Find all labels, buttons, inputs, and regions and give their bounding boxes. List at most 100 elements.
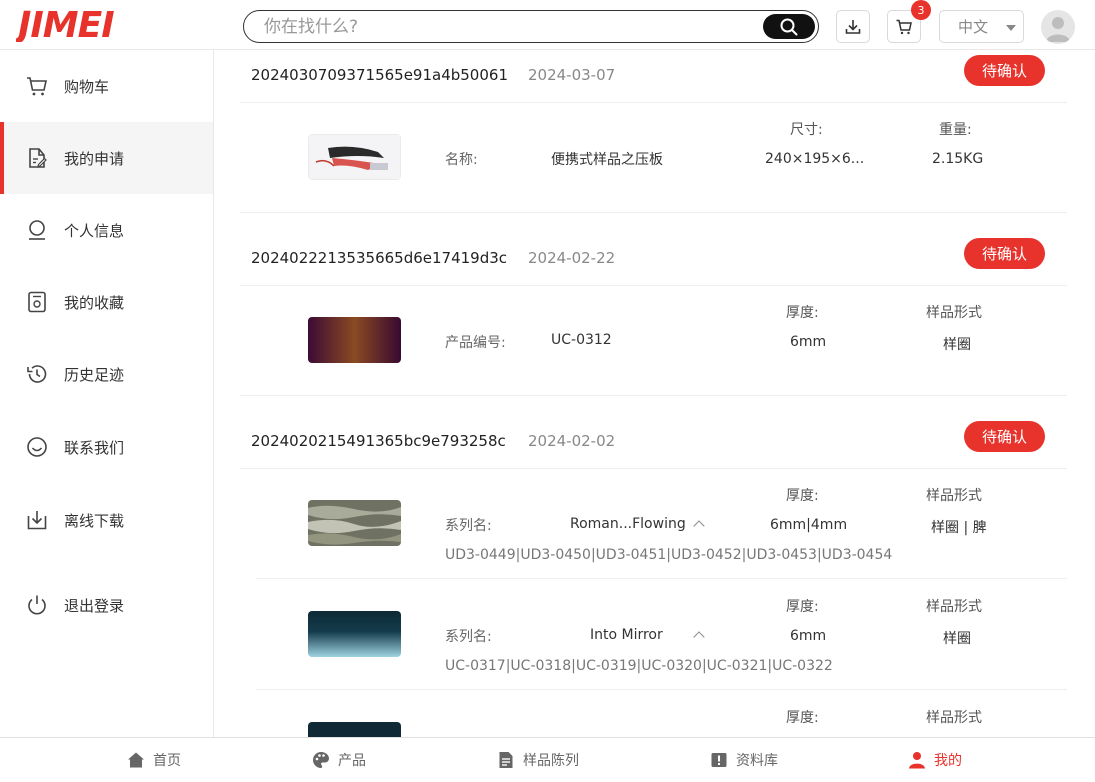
product-thumbnail[interactable] [308,722,401,737]
thickness-value: 6mm [790,334,827,350]
language-select[interactable]: 中文 [939,10,1024,43]
product-thumbnail[interactable] [308,134,401,180]
sidebar-item-label: 离线下载 [64,511,125,530]
product-thumbnail[interactable] [308,611,401,657]
thickness-value: 6mm|4mm [770,517,848,533]
status-button[interactable]: 待确认 [964,238,1045,269]
sidebar-item-cart[interactable]: 购物车 [0,50,213,122]
sidebar-item-label: 历史足迹 [64,365,125,384]
download-button[interactable] [836,10,870,43]
product-image [308,611,401,657]
document-icon [499,752,513,768]
cart-icon [896,19,912,34]
thickness-label: 厚度: [786,488,819,504]
divider [240,395,1067,396]
divider [240,212,1067,213]
order-header: 2024022213535665d6e17419d3c 2024-02-22 待… [240,233,1067,286]
thickness-label: 厚度: [786,599,819,615]
thickness-label: 厚度: [786,305,819,321]
series-label: 系列名: [445,518,492,534]
product-code-value: UC-0312 [551,332,612,348]
search-icon [780,18,798,35]
avatar[interactable] [1041,10,1075,44]
series-value: Roman...Flowing [570,516,686,532]
status-button[interactable]: 待确认 [964,421,1045,452]
weight-value: 2.15KG [932,151,984,167]
product-image [308,134,401,180]
nav-sample-display[interactable]: 样品陈列 [497,738,579,782]
search-button[interactable] [763,14,815,39]
user-avatar-icon [1046,17,1070,42]
chevron-up-icon[interactable] [693,631,705,643]
product-thumbnail[interactable] [308,500,401,546]
sidebar-item-label: 退出登录 [64,596,125,615]
home-icon [128,752,144,768]
nav-home[interactable]: 首页 [127,738,181,782]
sample-form-label: 样品形式 [926,488,982,504]
sample-form-value: 样圈 [943,631,971,647]
chevron-up-icon[interactable] [693,520,705,532]
product-image [308,500,401,546]
order-header: 2024020215491365bc9e793258c 2024-02-02 待… [240,416,1067,469]
sample-form-label: 样品形式 [926,599,982,615]
language-label: 中文 [958,18,989,36]
bottom-nav: 首页 产品 样品陈列 资料库 我的 [0,737,1095,781]
nav-label: 资料库 [736,753,778,769]
library-icon [711,753,727,767]
sidebar-item-my-applications[interactable]: 我的申请 [0,122,213,194]
nav-library[interactable]: 资料库 [710,738,778,782]
product-thumbnail[interactable] [308,317,401,363]
sidebar-item-history[interactable]: 历史足迹 [0,338,213,410]
status-button[interactable]: 待确认 [964,55,1045,86]
product-image [308,317,401,363]
sample-form-label: 样品形式 [926,710,982,726]
sidebar-item-offline-download[interactable]: 离线下载 [0,484,213,556]
nav-label: 首页 [153,753,181,769]
download-icon [27,511,47,530]
cart-count-badge: 3 [911,0,931,20]
series-value: Into Mirror [590,627,663,643]
order-id: 2024020215491365bc9e793258c [251,432,506,450]
sidebar-item-logout[interactable]: 退出登录 [0,569,213,641]
product-codes: UC-0317|UC-0318|UC-0319|UC-0320|UC-0321|… [445,658,833,674]
order-date: 2024-02-22 [528,249,616,267]
search-input[interactable] [264,15,744,39]
size-value: 240×195×6... [765,151,865,167]
nav-label: 产品 [338,753,366,769]
nav-products[interactable]: 产品 [312,738,366,782]
order-date: 2024-03-07 [528,66,616,84]
favorite-icon [28,291,46,313]
name-value: 便携式样品之压板 [551,152,663,168]
sample-form-value: 样圈 | 脾 [931,520,987,536]
cart-button[interactable]: 3 [887,0,931,43]
sidebar-item-personal-info[interactable]: 个人信息 [0,194,213,266]
sidebar-item-contact-us[interactable]: 联系我们 [0,411,213,483]
sidebar-item-label: 我的收藏 [64,293,125,312]
order-date: 2024-02-02 [528,432,616,450]
svg-text:JIMEI: JIMEI [16,5,114,42]
sample-form-value: 样圈 [943,337,971,353]
divider [256,578,1067,579]
order-id: 2024022213535665d6e17419d3c [251,249,508,267]
sidebar-item-favorites[interactable]: 我的收藏 [0,266,213,338]
cart-icon [27,77,47,96]
nav-mine[interactable]: 我的 [908,738,962,782]
size-label: 尺寸: [790,122,823,138]
download-icon [845,19,861,34]
sidebar-item-label: 联系我们 [64,438,125,457]
smile-icon [27,437,47,457]
person-icon [909,752,925,769]
name-label: 名称: [445,152,478,168]
jimei-logo[interactable]: JIMEI [16,4,132,42]
sample-form-label: 样品形式 [926,305,982,321]
sidebar: 购物车 我的申请 个人信息 我的收藏 历史足迹 联系我们 离线下载 退出登录 [0,50,214,737]
divider [256,689,1067,690]
user-icon [29,220,45,240]
product-image [308,722,401,737]
order-header: 2024030709371565e91a4b50061 2024-03-07 待… [240,50,1067,103]
sidebar-item-label: 个人信息 [64,221,125,240]
series-label: 系列名: [445,629,492,645]
top-bar: JIMEI 3 中文 [0,0,1095,50]
order-id: 2024030709371565e91a4b50061 [251,66,508,84]
palette-icon [313,752,329,768]
